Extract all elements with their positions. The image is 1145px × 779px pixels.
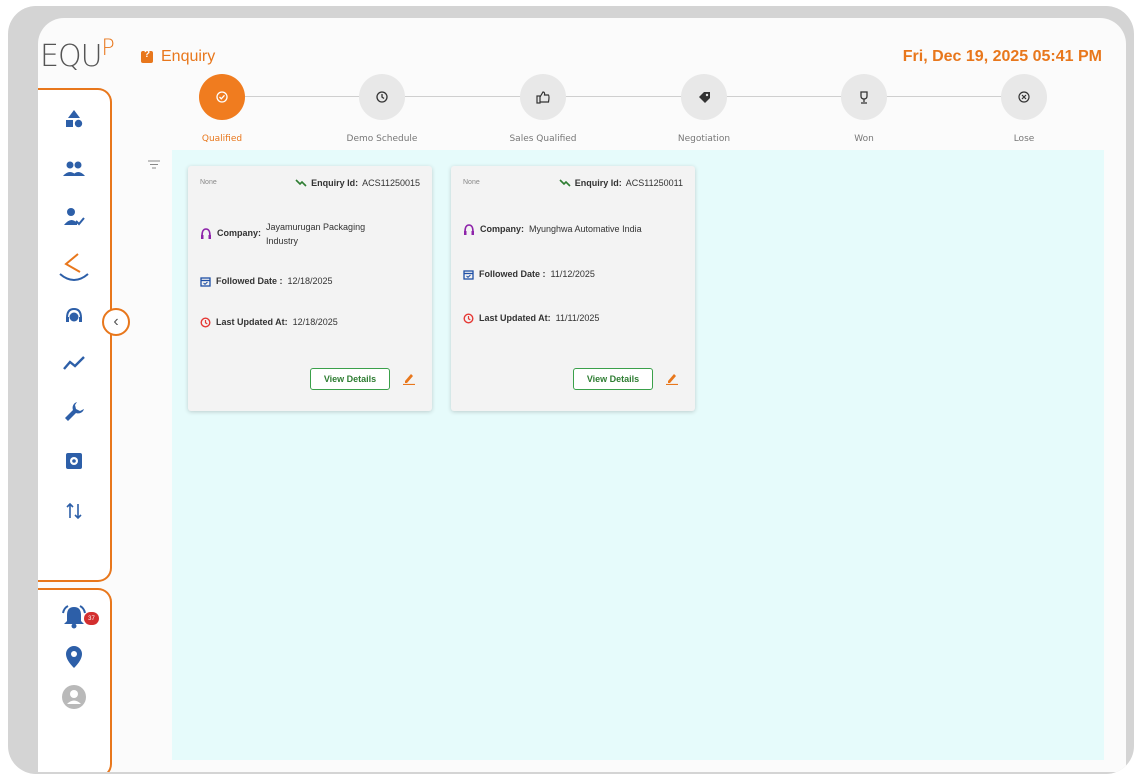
trend-down-icon (559, 179, 571, 187)
current-datetime: Fri, Dec 19, 2025 05:41 PM (902, 48, 1102, 65)
trend-down-icon (295, 179, 307, 187)
enquiry-id: Enquiry Id: ACS11250011 (559, 178, 683, 188)
cancel-circle-icon (1001, 74, 1047, 120)
stage-won[interactable]: Won (794, 74, 934, 144)
calendar-icon (200, 277, 211, 287)
card-tag: None (200, 179, 217, 186)
last-updated-row: Last Updated At: 12/18/2025 (200, 317, 338, 328)
headset-icon (464, 224, 474, 235)
sort-arrows-icon[interactable] (38, 496, 110, 526)
stage-qualified[interactable]: Qualified (152, 74, 292, 144)
stage-demo-schedule[interactable]: Demo Schedule (312, 74, 452, 144)
wrench-icon[interactable] (38, 396, 110, 426)
filter-icon[interactable] (148, 156, 160, 174)
trophy-icon (841, 74, 887, 120)
update-icon (200, 317, 211, 328)
enquiry-card: None Enquiry Id: ACS11250011 Company: My… (451, 166, 695, 411)
update-icon (463, 313, 474, 324)
support-agent-icon[interactable] (38, 302, 110, 332)
enquiry-id: Enquiry Id: ACS11250015 (295, 178, 420, 188)
people-icon[interactable] (38, 154, 110, 184)
person-check-icon[interactable] (38, 202, 110, 232)
stage-sales-qualified[interactable]: Sales Qualified (473, 74, 613, 144)
view-details-button[interactable]: View Details (573, 368, 653, 390)
shapes-icon[interactable] (38, 104, 110, 134)
brand-logo-icon[interactable] (38, 246, 110, 286)
followed-date-row: Followed Date : 12/18/2025 (200, 276, 333, 287)
clock-icon (359, 74, 405, 120)
app-logo: EQUP (40, 36, 115, 74)
last-updated-row: Last Updated At: 11/11/2025 (463, 313, 599, 324)
edit-icon[interactable] (665, 372, 679, 387)
followed-date-row: Followed Date : 11/12/2025 (463, 269, 595, 280)
company-row: Company: Jayamurugan Packaging Industry (200, 220, 390, 248)
headset-icon (201, 228, 211, 239)
notification-bell-icon[interactable]: 37 (38, 602, 110, 632)
avatar[interactable] (38, 682, 110, 712)
enquiry-icon (141, 49, 153, 63)
company-row: Company: Myunghwa Automative India (463, 224, 642, 236)
check-circle-icon (199, 74, 245, 120)
thumbs-up-icon (520, 74, 566, 120)
tag-icon (681, 74, 727, 120)
settings-box-icon[interactable] (38, 446, 110, 476)
card-tag: None (463, 179, 480, 186)
page-title: Enquiry (141, 48, 215, 66)
sidebar-nav (38, 88, 112, 582)
trend-icon[interactable] (38, 348, 110, 378)
screenshot-frame: EQUP 37 ‹ ? Enquiry Fri, Dec 19, 2025 05… (8, 6, 1134, 774)
enquiry-card: None Enquiry Id: ACS11250015 Company: Ja… (188, 166, 432, 411)
app-window: EQUP 37 ‹ ? Enquiry Fri, Dec 19, 2025 05… (38, 18, 1126, 772)
chevron-left-icon: ‹ (113, 313, 119, 330)
calendar-icon (463, 270, 474, 280)
sidebar-footer: 37 (38, 588, 112, 772)
view-details-button[interactable]: View Details (310, 368, 390, 390)
sidebar-collapse-button[interactable]: ‹ (102, 308, 130, 336)
edit-icon[interactable] (402, 372, 416, 387)
stage-lose[interactable]: Lose (954, 74, 1094, 144)
stage-negotiation[interactable]: Negotiation (634, 74, 774, 144)
location-pin-icon[interactable] (38, 642, 110, 672)
notification-badge: 37 (84, 612, 99, 625)
